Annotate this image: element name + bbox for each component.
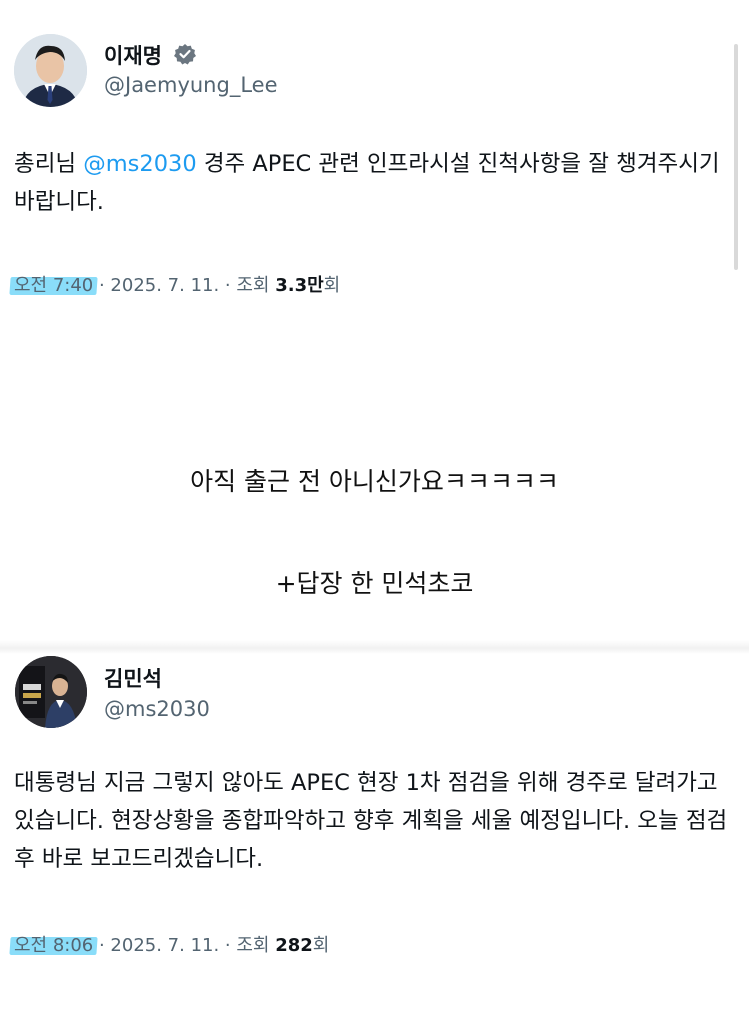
caption-line-1: 아직 출근 전 아니신가요ㅋㅋㅋㅋㅋ [190, 467, 559, 496]
avatar-kim-image [15, 656, 87, 728]
caption-line-2: +답장 한 민석초코 [275, 569, 474, 598]
screenshot-page: 이재명 @Jaemyung_Lee 총리님 @ms2030 경주 APEC 관련… [0, 0, 749, 1016]
avatar-lee[interactable] [14, 34, 87, 107]
date-lee: · 2025. 7. 11. · 조회 [93, 275, 276, 296]
verified-badge-icon [174, 44, 196, 65]
tweet-card-lee[interactable]: 이재명 @Jaemyung_Lee 총리님 @ms2030 경주 APEC 관련… [0, 0, 740, 310]
tweet-text-lee-part1: 총리님 [14, 151, 84, 177]
display-name-lee[interactable]: 이재명 [104, 40, 162, 70]
tweet-meta-lee: 오전 7:40 · 2025. 7. 11. · 조회 3.3만회 [9, 271, 341, 297]
view-count-kim: 282 [275, 935, 313, 956]
mention-link[interactable]: @ms2030 [83, 151, 196, 177]
tweet-text-lee: 총리님 @ms2030 경주 APEC 관련 인프라시설 진척사항을 잘 챙겨주… [14, 145, 736, 221]
view-count-lee: 3.3만 [275, 275, 324, 296]
date-kim: · 2025. 7. 11. · 조회 [93, 935, 276, 956]
display-name-kim[interactable]: 김민석 [104, 663, 162, 693]
avatar-lee-image [14, 34, 87, 107]
view-suffix-kim: 회 [312, 935, 330, 956]
timestamp-lee[interactable]: 오전 7:40 [9, 275, 98, 296]
view-suffix-lee: 회 [323, 275, 341, 296]
tweet-meta-kim: 오전 8:06 · 2025. 7. 11. · 조회 282회 [9, 931, 330, 957]
divider [0, 640, 749, 654]
handle-lee[interactable]: @Jaemyung_Lee [104, 73, 278, 97]
avatar-kim[interactable] [15, 656, 87, 728]
handle-kim[interactable]: @ms2030 [104, 697, 210, 721]
tweet-text-kim: 대통령님 지금 그렇지 않아도 APEC 현장 1차 점검을 위해 경주로 달려… [14, 770, 728, 872]
timestamp-kim[interactable]: 오전 8:06 [9, 935, 98, 956]
